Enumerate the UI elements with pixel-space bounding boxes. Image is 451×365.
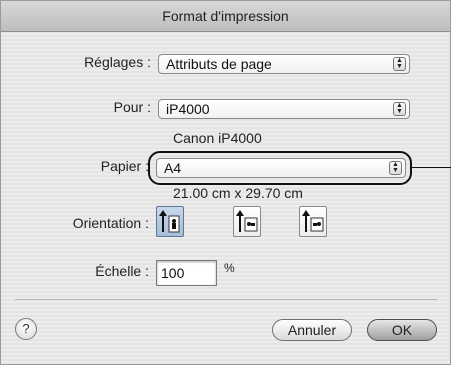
landscape-left-orientation-icon [236,210,258,232]
printer-description: Canon iP4000 [173,130,262,146]
up-down-arrows-icon: ▲ ▼ [389,161,402,175]
cancel-button[interactable]: Annuler [272,319,352,341]
scale-unit: % [224,261,235,275]
up-down-arrows-icon: ▲ ▼ [393,102,406,116]
page-setup-dialog: Format d'impression Réglages : Attributs… [0,0,451,365]
portrait-orientation-icon [159,210,180,233]
ok-button[interactable]: OK [367,319,437,341]
format-for-popup[interactable]: iP4000 ▲ ▼ [158,99,410,119]
format-for-label: Pour : [113,99,151,115]
scale-input[interactable] [156,260,217,286]
orientation-portrait-button[interactable] [156,206,184,237]
orientation-landscape-left-button[interactable] [233,206,261,237]
window-title: Format d'impression [1,1,450,32]
up-down-arrows-icon: ▲ ▼ [393,57,406,71]
format-for-popup-value: iP4000 [166,101,210,117]
divider [15,299,437,300]
orientation-label: Orientation : [72,215,149,231]
landscape-right-orientation-icon [302,210,324,232]
paper-label: Papier : [100,158,149,174]
paper-size-popup-value: A4 [164,160,182,176]
paper-size-popup[interactable]: A4 ▲ ▼ [156,158,406,178]
help-button[interactable]: ? [15,318,37,340]
paper-dimensions: 21.00 cm x 29.70 cm [173,185,303,201]
settings-label: Réglages : [84,54,151,70]
callout-line [412,167,451,168]
settings-popup-value: Attributs de page [166,56,272,72]
scale-label: Échelle : [95,263,149,279]
orientation-landscape-right-button[interactable] [299,206,327,237]
settings-popup[interactable]: Attributs de page ▲ ▼ [158,54,410,74]
